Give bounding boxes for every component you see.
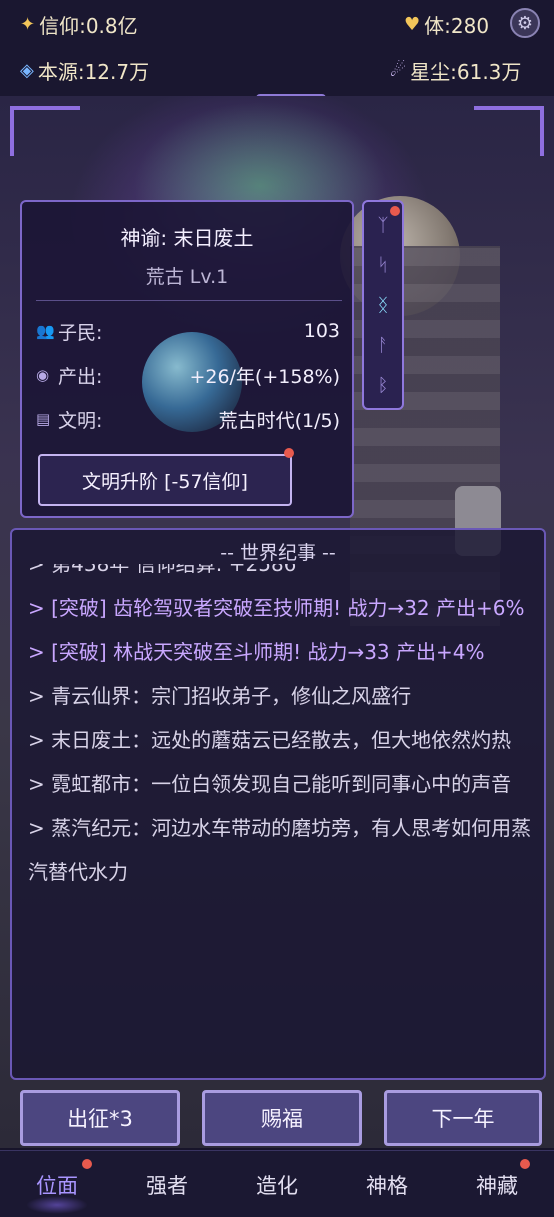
chronicle-title: -- 世界纪事 -- [220,542,336,564]
chronicle-entry: > 蒸汽纪元：河边水车带动的磨坊旁，有人思考如何用蒸汽替代水力 [28,816,532,884]
faith-stat: ✦ 信仰:0.8亿 [20,10,138,39]
faith-icon: ✦ [20,14,36,35]
coin-icon: ◉ [36,366,50,384]
tab-divinity[interactable]: 神格 [332,1151,442,1217]
output-value: +26/年(+158%) [189,365,340,388]
tab-champions[interactable]: 强者 [112,1151,222,1217]
notification-dot [284,448,294,458]
tab-treasury[interactable]: 神藏 [442,1151,552,1217]
faith-value: 信仰:0.8亿 [39,14,138,38]
civilization-value: 荒古时代(1/5) [218,409,340,432]
frame-corner-ornament [474,106,544,156]
civilization-label: 文明: [58,409,103,432]
stardust-value: 星尘:61.3万 [410,60,522,84]
people-icon: 👥 [36,322,55,340]
settings-gear-icon[interactable]: ⚙ [510,8,540,38]
stardust-stat: ☄ 星尘:61.3万 [390,56,521,85]
tab-plane[interactable]: 位面 [2,1151,112,1217]
rune-tab-2[interactable]: ᛋ [364,248,402,282]
bless-button[interactable]: 赐福 [202,1090,362,1146]
diamond-icon: ◈ [20,60,34,81]
expedition-button[interactable]: 出征*3 [20,1090,180,1146]
frame-corner-ornament [10,106,80,156]
output-row: ◉ 产出: +26/年(+158%) [36,360,340,390]
civilization-upgrade-button[interactable]: 文明升阶 [-57信仰] [38,454,292,506]
population-label: 子民: [58,321,103,344]
rune-selector: ᛉ ᛋ ᛝ ᚨ ᛒ [362,200,404,410]
oracle-title: 神谕: 末日废土 [120,226,254,250]
era-level: 荒古 Lv.1 [145,266,229,288]
tab-creation[interactable]: 造化 [222,1151,332,1217]
world-info-panel: 神谕: 末日废土 荒古 Lv.1 👥 子民: 103 ◉ 产出: +26/年(+15… [20,200,354,518]
heart-icon: ♥ [404,14,421,35]
output-label: 产出: [58,365,103,388]
chronicle-entry: > 第438年 信仰结算: +2586 [28,564,297,576]
origin-value: 本源:12.7万 [37,60,150,84]
action-bar: 出征*3 赐福 下一年 [0,1086,554,1148]
stardust-icon: ☄ [390,60,407,81]
chronicle-log[interactable]: > 第438年 信仰结算: +2586 > [突破] 齿轮驾驭者突破至技师期! … [28,564,536,1074]
population-value: 103 [303,320,340,342]
status-bar: ✦ 信仰:0.8亿 ♥ 体:280 ⚙ ◈ 本源:12.7万 神王 ☄ 星尘:6… [0,0,554,130]
rune-tab-4[interactable]: ᚨ [364,328,402,362]
chronicle-entry: > 末日废土：远处的蘑菇云已经散去，但大地依然灼热 [28,728,512,752]
book-icon: ▤ [36,410,51,428]
stamina-stat: ♥ 体:280 [404,10,489,39]
bottom-nav: 位面 强者 造化 神格 神藏 [0,1150,554,1217]
population-row: 👥 子民: 103 [36,316,340,346]
stamina-value: 体:280 [424,14,490,38]
rune-tab-3[interactable]: ᛝ [364,288,402,322]
chronicle-entry: > [突破] 林战天突破至斗师期! 战力→33 产出+4% [28,640,485,664]
origin-stat: ◈ 本源:12.7万 [20,56,149,85]
rune-tab-5[interactable]: ᛒ [364,368,402,402]
world-chronicle-panel[interactable]: -- 世界纪事 -- > 第438年 信仰结算: +2586 > [突破] 齿轮… [10,528,546,1080]
chronicle-entry: > [突破] 齿轮驾驭者突破至技师期! 战力→32 产出+6% [28,596,525,620]
notification-dot [520,1159,530,1169]
chronicle-entry: > 青云仙界：宗门招收弟子，修仙之风盛行 [28,684,412,708]
chronicle-entry: > 霓虹都市：一位白领发现自己能听到同事心中的声音 [28,772,512,796]
civilization-row: ▤ 文明: 荒古时代(1/5) [36,404,340,434]
notification-dot [390,206,400,216]
next-year-button[interactable]: 下一年 [384,1090,542,1146]
notification-dot [82,1159,92,1169]
divider [36,300,342,301]
